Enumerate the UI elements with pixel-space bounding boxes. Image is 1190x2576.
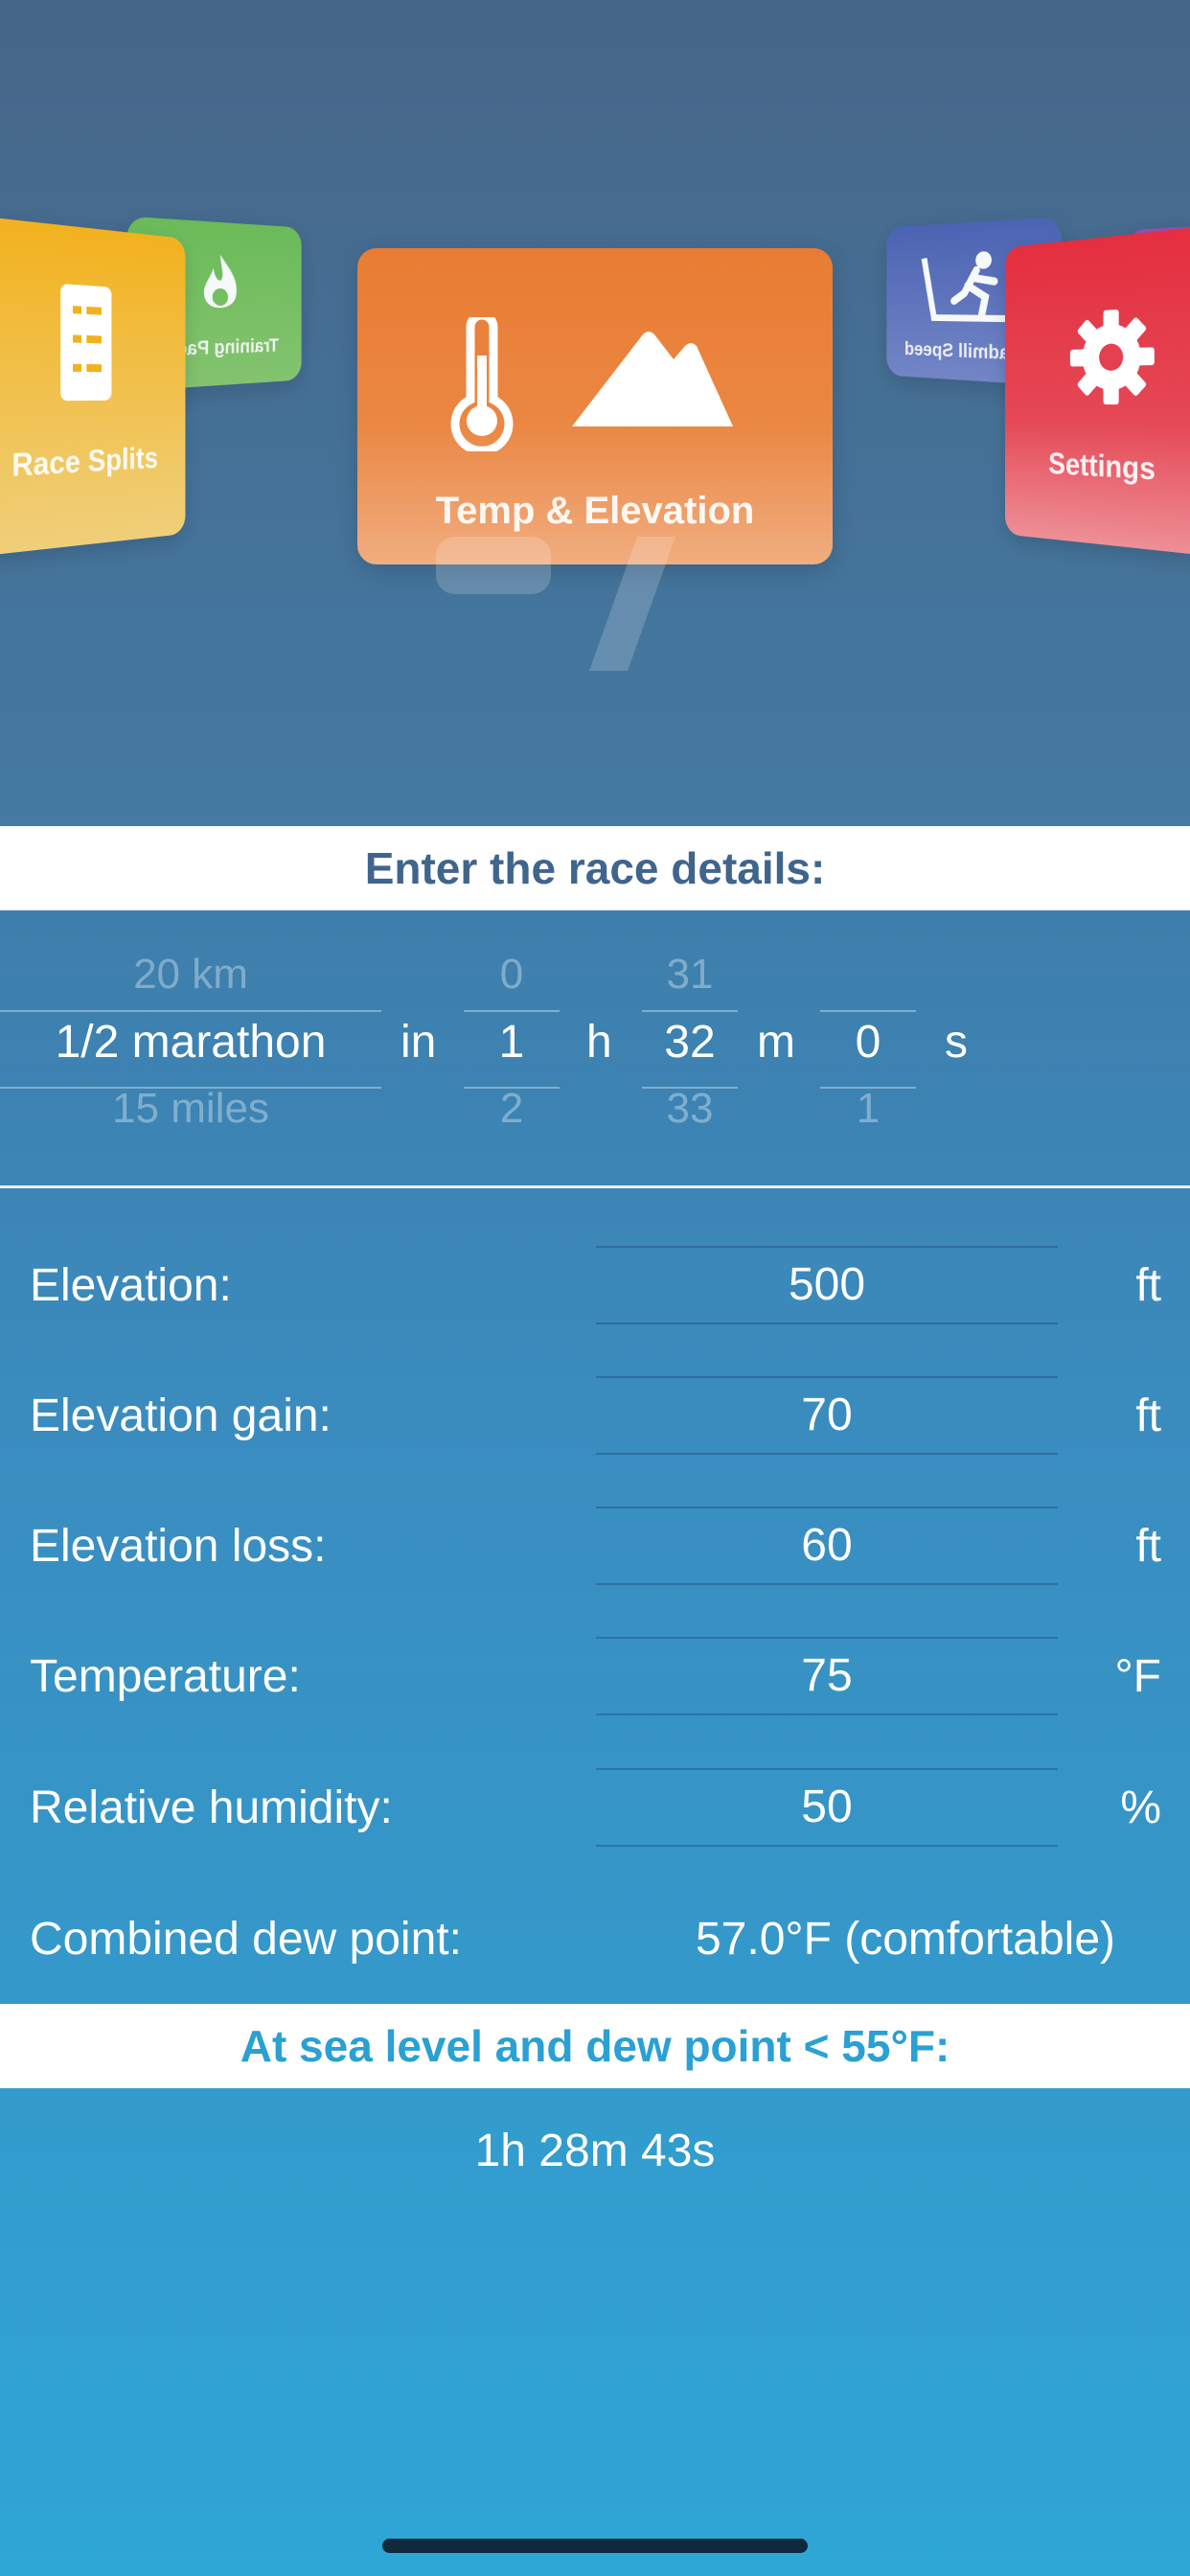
result-header: At sea level and dew point < 55°F: <box>0 2004 1190 2088</box>
elevation-row: Elevation: 500 ft <box>0 1246 1190 1322</box>
elevation-gain-label: Elevation gain: <box>30 1390 332 1442</box>
minutes-unit: m <box>757 1016 795 1069</box>
thermometer-icon <box>446 317 518 451</box>
card-label: Settings <box>1005 445 1190 491</box>
race-time-picker[interactable]: 20 km 1/2 marathon 15 miles in 0 1 2 h 3… <box>0 910 1190 1186</box>
card-label: Race Splits <box>0 440 185 487</box>
carousel-card-race-splits[interactable]: Race Splits <box>0 216 185 557</box>
picker-next-value[interactable]: 15 miles <box>0 1085 381 1133</box>
elevation-loss-unit: ft <box>1100 1520 1161 1573</box>
picker-connector: in <box>400 1016 436 1069</box>
picker-selected-hours[interactable]: 1 <box>464 1016 560 1069</box>
elevation-loss-label: Elevation loss: <box>30 1520 327 1573</box>
gear-icon <box>1065 301 1160 411</box>
dew-point-row: Combined dew point: 57.0°F (comfortable) <box>0 1899 1190 1976</box>
elevation-gain-row: Elevation gain: 70 ft <box>0 1376 1190 1453</box>
seconds-unit: s <box>945 1016 968 1069</box>
flame-icon <box>194 250 245 319</box>
minutes-picker-column[interactable]: 31 32 33 <box>642 910 738 1186</box>
picker-selected-seconds[interactable]: 0 <box>820 1016 916 1069</box>
elevation-unit: ft <box>1100 1259 1161 1312</box>
elevation-label: Elevation: <box>30 1259 232 1312</box>
feature-carousel[interactable]: Training Paces Race Splits Temp & Elevat… <box>0 0 1190 826</box>
picker-next-value[interactable]: 33 <box>642 1085 738 1133</box>
section-divider <box>0 1185 1190 1188</box>
watermark-icon <box>436 537 723 671</box>
dew-point-label: Combined dew point: <box>30 1913 462 1966</box>
elevation-loss-field[interactable]: 60 <box>596 1506 1058 1585</box>
picker-prev-value[interactable]: 20 km <box>0 951 381 999</box>
carousel-card-temp-elevation[interactable]: Temp & Elevation <box>357 248 833 564</box>
hours-picker-column[interactable]: 0 1 2 <box>464 910 560 1186</box>
list-icon <box>60 284 120 401</box>
result-time: 1h 28m 43s <box>0 2125 1190 2177</box>
dew-point-value: 57.0°F (comfortable) <box>696 1913 1115 1966</box>
elevation-gain-field[interactable]: 70 <box>596 1376 1058 1455</box>
temperature-field[interactable]: 75 <box>596 1637 1058 1715</box>
picker-selected-distance[interactable]: 1/2 marathon <box>0 1016 381 1069</box>
picker-next-value[interactable]: 1 <box>820 1085 916 1133</box>
elevation-loss-row: Elevation loss: 60 ft <box>0 1506 1190 1583</box>
mountain-icon <box>566 327 739 432</box>
temperature-label: Temperature: <box>30 1650 301 1703</box>
picker-next-value[interactable]: 2 <box>464 1085 560 1133</box>
humidity-field[interactable]: 50 <box>596 1768 1058 1847</box>
temperature-row: Temperature: 75 °F <box>0 1637 1190 1714</box>
humidity-label: Relative humidity: <box>30 1782 393 1834</box>
elevation-gain-unit: ft <box>1100 1390 1161 1442</box>
picker-prev-value[interactable]: 31 <box>642 951 738 999</box>
picker-selected-minutes[interactable]: 32 <box>642 1016 738 1069</box>
distance-picker-column[interactable]: 20 km 1/2 marathon 15 miles <box>0 910 381 1186</box>
carousel-card-settings[interactable]: Settings <box>1005 226 1190 556</box>
home-indicator[interactable] <box>382 2539 808 2553</box>
temperature-unit: °F <box>1100 1650 1161 1703</box>
humidity-row: Relative humidity: 50 % <box>0 1768 1190 1845</box>
race-details-header: Enter the race details: <box>0 826 1190 910</box>
hours-unit: h <box>586 1016 612 1069</box>
elevation-field[interactable]: 500 <box>596 1246 1058 1324</box>
picker-prev-value[interactable]: 0 <box>464 951 560 999</box>
seconds-picker-column[interactable]: 0 1 <box>820 910 916 1186</box>
humidity-unit: % <box>1100 1782 1161 1834</box>
card-label: Temp & Elevation <box>357 490 833 533</box>
